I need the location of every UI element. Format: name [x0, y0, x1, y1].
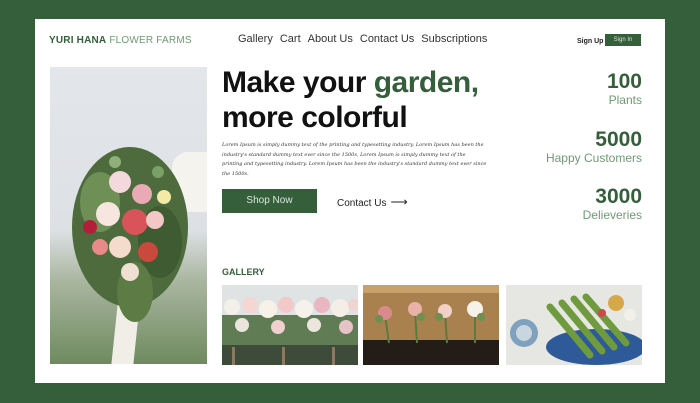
stat-value: 3000 [595, 185, 642, 208]
table-flowers-illustration [222, 285, 358, 365]
nav-link-contact-us[interactable]: Contact Us [360, 33, 414, 45]
bouquet-illustration [72, 147, 188, 322]
arrow-right-icon: ⟶ [390, 195, 408, 209]
stat-label: Happy Customers [545, 151, 642, 165]
nav-link-about-us[interactable]: About Us [308, 33, 353, 45]
shop-now-button[interactable]: Shop Now [222, 189, 317, 213]
main-nav: Gallery Cart About Us Contact Us Subscri… [238, 33, 487, 45]
brand-logo[interactable]: YURI HANA FLOWER FARMS [49, 35, 192, 46]
asparagus-illustration [506, 285, 642, 365]
hero-description: Lorem Ipsum is simply dummy text of the … [222, 142, 487, 177]
sign-in-button[interactable]: Sign In [605, 34, 641, 46]
gallery-image-asparagus[interactable] [506, 285, 642, 365]
nav-link-gallery[interactable]: Gallery [238, 33, 273, 45]
sign-up-link[interactable]: Sign Up [577, 38, 603, 45]
stat-label: Delieveries [582, 208, 642, 222]
stat-deliveries: 3000 Delieveries [582, 185, 642, 223]
contact-us-link[interactable]: Contact Us ⟶ [337, 195, 408, 209]
brand-subtitle: FLOWER FARMS [109, 35, 192, 46]
landing-card: YURI HANA FLOWER FARMS Gallery Cart Abou… [35, 19, 665, 383]
boutonnieres-illustration [363, 285, 499, 365]
gallery-image-boutonnieres[interactable] [363, 285, 499, 365]
gallery-image-table-flowers[interactable] [222, 285, 358, 365]
stat-value: 5000 [595, 128, 642, 151]
hero-headline: Make your garden, more colorful [222, 65, 512, 135]
stat-label: Plants [608, 93, 642, 107]
headline-part-1: Make your [222, 66, 374, 99]
nav-link-cart[interactable]: Cart [280, 33, 301, 45]
stat-value: 100 [606, 70, 642, 93]
stat-customers: 5000 Happy Customers [545, 128, 642, 166]
stat-plants: 100 Plants [606, 70, 642, 108]
brand-name: YURI HANA [49, 35, 107, 46]
headline-part-2: more colorful [222, 101, 408, 134]
nav-link-subscriptions[interactable]: Subscriptions [421, 33, 487, 45]
headline-accent: garden, [373, 66, 479, 99]
hero-bouquet-image [50, 67, 207, 364]
contact-us-label: Contact Us [337, 198, 387, 209]
gallery-title: GALLERY [222, 267, 265, 277]
